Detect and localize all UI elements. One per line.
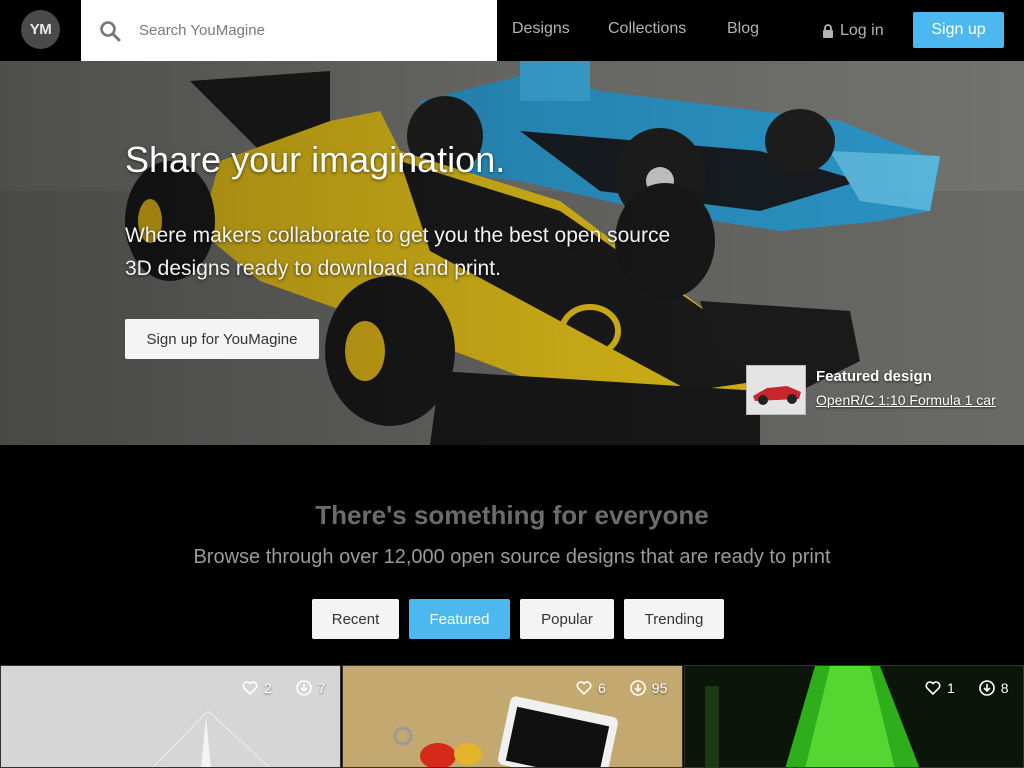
top-navigation-bar: YM Designs Collections Blog Log in Sign … (0, 0, 1024, 61)
hero-title: Share your imagination. (125, 139, 506, 180)
featured-car-thumbnail-image (747, 366, 805, 414)
lock-icon (823, 24, 833, 38)
tab-featured[interactable]: Featured (409, 599, 510, 639)
downloads-count: 95 (651, 680, 668, 696)
featured-design-thumbnail[interactable] (746, 365, 806, 415)
youmagine-logo[interactable]: YM (21, 10, 60, 49)
hero-subtitle-line1: Where makers collaborate to get you the … (125, 224, 671, 247)
design-card-stats: 6 95 (576, 680, 667, 696)
search-input[interactable] (139, 0, 479, 61)
design-card-stats: 1 8 (925, 680, 1009, 696)
signup-for-youmagine-button[interactable]: Sign up for YouMagine (125, 319, 319, 359)
tab-recent[interactable]: Recent (312, 599, 399, 639)
tab-trending[interactable]: Trending (624, 599, 724, 639)
likes-count: 6 (598, 680, 606, 696)
hero-subtitle: Where makers collaborate to get you the … (125, 219, 725, 285)
nav-collections-link[interactable]: Collections (608, 20, 686, 38)
hero-subtitle-line2: 3D designs ready to download and print. (125, 257, 501, 280)
heart-icon[interactable] (242, 680, 258, 696)
login-link[interactable]: Log in (822, 22, 884, 40)
downloads-count: 8 (1000, 680, 1009, 696)
heart-icon[interactable] (576, 680, 592, 696)
downloads-count: 7 (317, 680, 326, 696)
search-box (81, 0, 497, 61)
likes-count: 2 (264, 680, 272, 696)
featured-design-link[interactable]: OpenR/C 1:10 Formula 1 car (816, 392, 996, 408)
hero-banner: Share your imagination. Where makers col… (0, 61, 1024, 445)
featured-design-label: Featured design (816, 368, 932, 385)
search-icon[interactable] (99, 20, 121, 42)
likes-count: 1 (947, 680, 955, 696)
design-card-stats: 2 7 (242, 680, 326, 696)
heart-icon[interactable] (925, 680, 941, 696)
login-label: Log in (840, 22, 884, 39)
design-card[interactable]: 6 95 (342, 665, 683, 768)
browse-section-subtitle: Browse through over 12,000 open source d… (193, 546, 831, 568)
tab-popular[interactable]: Popular (520, 599, 614, 639)
nav-blog-link[interactable]: Blog (727, 20, 759, 38)
browse-section-title: There's something for everyone (315, 500, 709, 530)
signup-button[interactable]: Sign up (913, 12, 1004, 48)
design-card[interactable]: 2 7 (0, 665, 341, 768)
download-icon[interactable] (295, 680, 312, 696)
download-icon[interactable] (978, 680, 995, 696)
design-card[interactable]: 1 8 (684, 665, 1024, 768)
download-icon[interactable] (629, 680, 646, 696)
nav-designs-link[interactable]: Designs (512, 20, 570, 38)
